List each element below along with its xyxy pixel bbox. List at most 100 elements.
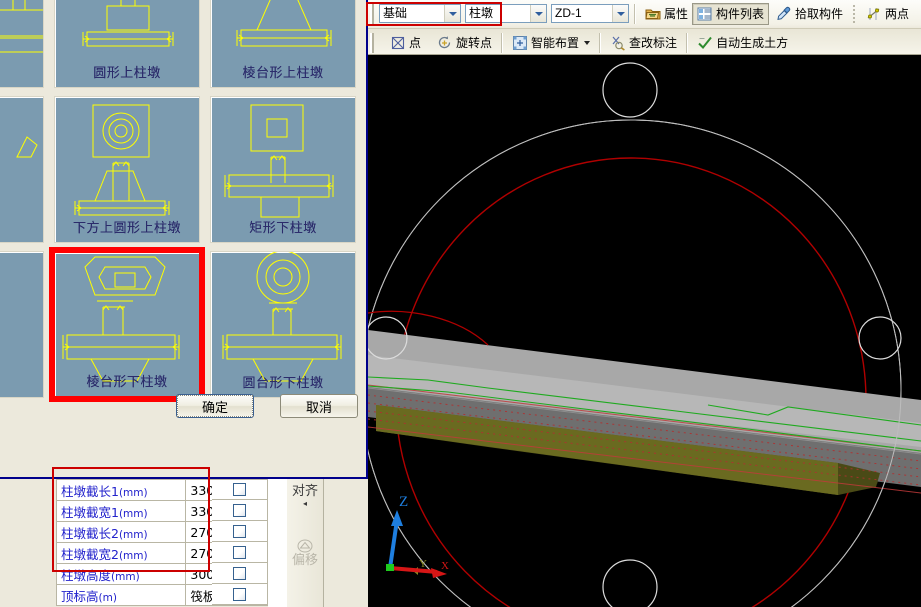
pier-shape-dialog[interactable]: 圆形上柱墩 棱台形上柱墩 下方上圆形上柱墩 矩形下柱墩 棱台形下柱墩 圆台形下柱… — [0, 0, 368, 479]
3d-viewport[interactable]: 基础 柱墩 ZD-1 属性 构件列表 拾取构件 两点 点 旋转点 智能布置 查改… — [368, 0, 921, 607]
cancel-button[interactable]: 取消 — [280, 394, 358, 418]
property-checkbox[interactable] — [233, 483, 246, 496]
toolbar-gripper-2[interactable] — [370, 32, 375, 53]
checkbox-row[interactable] — [212, 563, 268, 584]
check-icon — [698, 36, 712, 49]
component-combo-value: 柱墩 — [469, 6, 494, 20]
properties-icon — [645, 9, 661, 19]
shape-cell-box[interactable]: 矩形下柱墩 — [210, 96, 356, 243]
shape-cell-selected[interactable]: 棱台形下柱墩 — [49, 247, 205, 402]
align-button[interactable]: 对齐 ◂ — [287, 485, 323, 508]
property-checkbox[interactable] — [233, 566, 246, 580]
property-checkbox[interactable] — [233, 587, 246, 601]
rotate-point-button[interactable]: 旋转点 — [433, 32, 496, 54]
component-combo[interactable]: 柱墩 — [465, 4, 547, 23]
pier-wireframe — [0, 252, 44, 397]
ok-button[interactable]: 确定 — [176, 394, 254, 418]
shape-grid: 圆形上柱墩 棱台形上柱墩 下方上圆形上柱墩 矩形下柱墩 棱台形下柱墩 圆台形下柱… — [0, 0, 365, 402]
checkbox-row[interactable] — [212, 500, 268, 521]
checkbox-row[interactable] — [212, 584, 268, 605]
property-key: 柱墩截长2(mm) — [55, 521, 187, 543]
smart-layout-button[interactable]: 智能布置 — [508, 32, 594, 54]
toolbar-separator-2 — [501, 32, 504, 53]
3d-scene[interactable]: Z Y X — [368, 55, 921, 607]
property-unit: (mm) — [118, 486, 148, 499]
shape-cell[interactable] — [0, 247, 49, 402]
ok-button-label: 确定 — [177, 395, 253, 417]
auto-earthwork-button[interactable]: 自动生成土方 — [693, 32, 792, 54]
shape-cell-box[interactable] — [0, 0, 44, 88]
offset-label: 偏移 — [291, 553, 318, 568]
align-offset-sidebar: 对齐 ◂ 偏移 — [286, 479, 324, 607]
toolbar-row-2: 点 旋转点 智能布置 查改标注 自动生成土方 — [368, 28, 921, 56]
point-button-label: 点 — [409, 36, 422, 50]
property-key: 顶标高(m) — [55, 584, 187, 606]
chevron-down-icon[interactable] — [530, 5, 546, 22]
toolbar-row-1: 基础 柱墩 ZD-1 属性 构件列表 拾取构件 两点 — [368, 0, 921, 27]
checkbox-row[interactable] — [212, 521, 268, 542]
component-list-button-label: 构件列表 — [716, 7, 765, 21]
checkbox-row[interactable] — [212, 479, 268, 500]
checkbox-row[interactable] — [212, 542, 268, 563]
toolbar-separator-4 — [686, 32, 689, 53]
shape-cell-label: 下方上圆形上柱墩 — [72, 221, 181, 236]
property-checkbox-column — [212, 479, 268, 605]
toolbar-gripper[interactable] — [370, 3, 375, 24]
axis-label-y: Y — [419, 558, 427, 570]
shape-cell-box[interactable]: 下方上圆形上柱墩 — [54, 96, 200, 243]
property-checkbox[interactable] — [233, 545, 246, 559]
offset-button[interactable]: 偏移 — [287, 539, 323, 568]
property-key: 柱墩截宽1(mm) — [55, 500, 187, 522]
pick-component-button-label: 拾取构件 — [795, 7, 844, 21]
shape-cell-box[interactable] — [0, 251, 44, 398]
property-key-text: 柱墩截长1 — [61, 483, 119, 499]
property-checkbox[interactable] — [233, 524, 246, 538]
category-combo-value: 基础 — [383, 6, 408, 20]
property-key-text: 顶标高 — [61, 588, 99, 604]
shape-cell[interactable]: 圆台形下柱墩 — [205, 247, 361, 402]
shape-cell[interactable]: 下方上圆形上柱墩 — [49, 92, 205, 247]
shape-cell[interactable]: 棱台形上柱墩 — [205, 0, 361, 92]
chevron-down-icon[interactable] — [444, 5, 460, 22]
eyedropper-icon — [777, 6, 791, 20]
member-combo[interactable]: ZD-1 — [551, 4, 629, 23]
component-list-button[interactable]: 构件列表 — [692, 2, 770, 25]
properties-button[interactable]: 属性 — [641, 3, 692, 25]
shape-cell-box[interactable]: 圆台形下柱墩 — [210, 251, 356, 398]
shape-cell[interactable] — [0, 0, 49, 92]
pier-shape-grid: 圆形上柱墩 棱台形上柱墩 下方上圆形上柱墩 矩形下柱墩 棱台形下柱墩 圆台形下柱… — [0, 0, 365, 402]
shape-cell[interactable]: 矩形下柱墩 — [205, 92, 361, 247]
properties-button-label: 属性 — [664, 7, 689, 21]
two-point-icon — [867, 7, 880, 20]
edit-annotation-button[interactable]: 查改标注 — [606, 32, 681, 54]
shape-cell-box[interactable]: 圆形上柱墩 — [54, 0, 200, 88]
shape-cell-label: 圆形上柱墩 — [93, 66, 161, 81]
shape-cell[interactable]: 圆形上柱墩 — [49, 0, 205, 92]
property-unit: (m) — [98, 591, 117, 604]
chevron-down-icon[interactable] — [584, 40, 591, 45]
shape-cell-box[interactable]: 棱台形上柱墩 — [210, 0, 356, 88]
point-button[interactable]: 点 — [386, 32, 425, 54]
toolbar-separator — [634, 3, 636, 24]
auto-earthwork-button-label: 自动生成土方 — [716, 36, 789, 50]
rotate-point-icon — [438, 35, 451, 48]
list-icon — [697, 7, 712, 20]
pick-component-button[interactable]: 拾取构件 — [772, 3, 847, 25]
rotate-point-button-label: 旋转点 — [456, 36, 493, 50]
pier-wireframe — [16, 136, 38, 158]
property-key-text: 柱墩截宽2 — [61, 546, 119, 562]
edit-annotation-button-label: 查改标注 — [629, 36, 678, 50]
property-checkbox[interactable] — [233, 503, 246, 517]
align-chevron-icon[interactable]: ◂ — [287, 500, 323, 508]
shape-cell[interactable] — [0, 92, 49, 247]
member-combo-value: ZD-1 — [555, 6, 582, 20]
shape-cell-box[interactable] — [0, 96, 44, 243]
chevron-down-icon[interactable] — [612, 5, 628, 22]
property-key-text: 柱墩高度 — [61, 567, 112, 583]
two-point-button[interactable]: 两点 — [862, 3, 913, 25]
shape-cell-label: 棱台形上柱墩 — [242, 66, 324, 81]
category-combo[interactable]: 基础 — [379, 4, 461, 23]
shape-cell-box[interactable]: 棱台形下柱墩 — [49, 247, 205, 402]
parallel-button[interactable]: 平行 — [916, 3, 921, 25]
axis-label-x: X — [441, 560, 449, 572]
